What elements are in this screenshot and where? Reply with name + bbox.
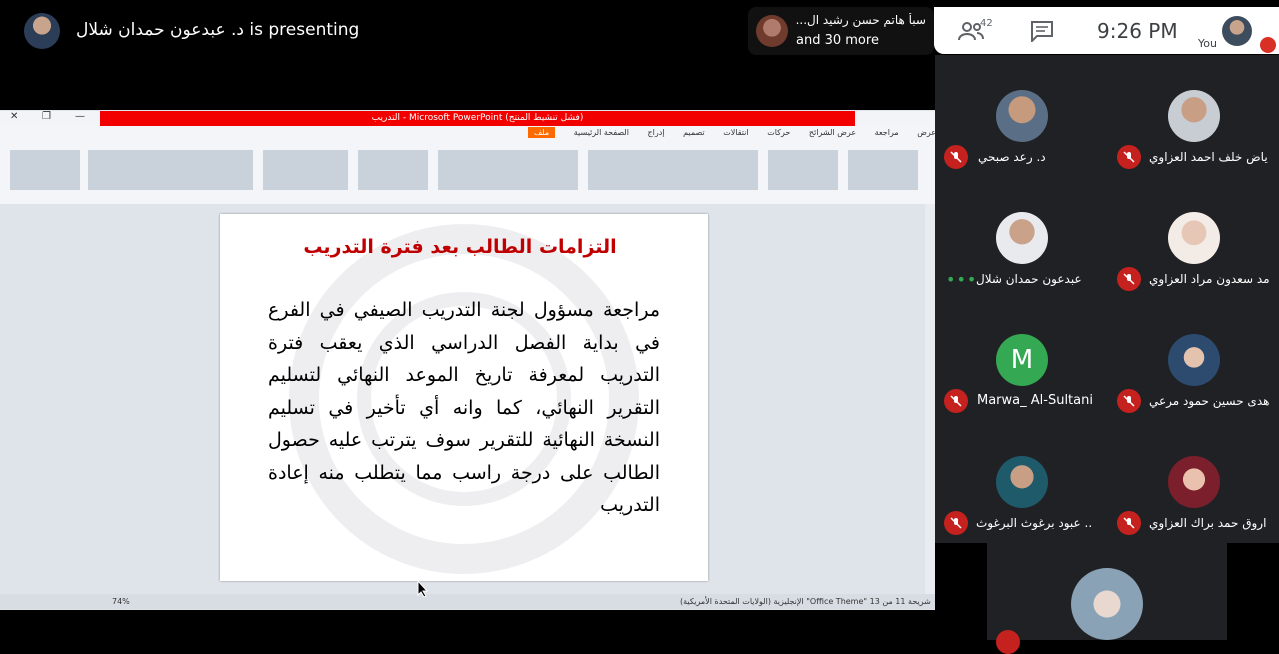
- window-title: التدريب - Microsoft PowerPoint (فشل تنشي…: [100, 111, 855, 126]
- participant-avatar: [996, 90, 1048, 142]
- participant-avatar: M: [996, 334, 1048, 386]
- participant-avatar: [1168, 456, 1220, 508]
- status-info: شريحة 11 من 13 "Office Theme" الإنجليزية…: [680, 597, 931, 606]
- participant-avatar: [756, 15, 788, 47]
- participant-avatar: [996, 212, 1048, 264]
- participant-name: سبأ هاتم حسن رشيد ال...: [796, 13, 926, 27]
- mic-off-icon: [944, 511, 968, 535]
- vertical-scrollbar[interactable]: [925, 204, 935, 594]
- window-controls: ✕ ❐ —: [0, 111, 100, 126]
- maximize-icon[interactable]: ❐: [42, 111, 51, 122]
- participant-avatar: [1168, 334, 1220, 386]
- mic-off-icon: [996, 630, 1020, 654]
- presenter-avatar: [24, 13, 60, 49]
- mic-off-icon: [1117, 389, 1141, 413]
- participant-name: د. عبدعون حمدان شلال: [976, 272, 1086, 286]
- people-count: 42: [980, 18, 993, 29]
- tab-transitions[interactable]: انتقالات: [723, 128, 748, 137]
- participant-name: ياض خلف احمد العزاوي: [1149, 150, 1268, 164]
- speaking-indicator: •••: [946, 270, 978, 289]
- close-icon[interactable]: ✕: [10, 111, 18, 122]
- more-participants-label: and 30 more: [796, 33, 879, 48]
- tab-review[interactable]: مراجعة: [875, 128, 899, 137]
- mic-off-icon: [944, 389, 968, 413]
- tab-insert[interactable]: إدراج: [648, 128, 665, 137]
- zoom-level[interactable]: 74%: [112, 597, 130, 606]
- participant-name: د. رعد صبحي: [978, 150, 1046, 164]
- mic-off-icon: [1117, 511, 1141, 535]
- mic-off-icon: [1260, 37, 1276, 53]
- slide-body: مراجعة مسؤول لجنة التدريب الصيفي في الفر…: [268, 299, 660, 516]
- chat-icon[interactable]: [1030, 20, 1054, 42]
- tab-slideshow[interactable]: عرض الشرائح: [809, 128, 856, 137]
- participant-grid: [935, 55, 1279, 543]
- mic-off-icon: [944, 145, 968, 169]
- minimize-icon[interactable]: —: [75, 111, 85, 122]
- participant-name: Marwa_ Al-Sultani: [977, 393, 1093, 408]
- mic-off-icon: [1117, 145, 1141, 169]
- self-label: You: [1198, 37, 1217, 50]
- ribbon-groups: [8, 146, 928, 198]
- participant-name: هدى حسين حمود مرعي: [1149, 394, 1270, 408]
- tab-file[interactable]: ملف: [528, 127, 556, 138]
- ribbon-tabs: عرض مراجعة عرض الشرائح حركات انتقالات تص…: [520, 127, 944, 138]
- quick-access-toolbar[interactable]: [855, 111, 935, 126]
- slide-title: التزامات الطالب بعد فترة التدريب: [303, 236, 617, 258]
- participant-avatar: [1168, 212, 1220, 264]
- clock: 9:26 PM: [1097, 19, 1178, 43]
- participant-avatar: [996, 456, 1048, 508]
- participant-name: اروق حمد براك العزاوي: [1149, 516, 1267, 530]
- participant-avatar: [1168, 90, 1220, 142]
- participant-avatar: [1071, 568, 1143, 640]
- participant-name: مد سعدون مراد العزاوي: [1149, 272, 1270, 286]
- mouse-cursor-icon: [417, 580, 429, 598]
- tab-home[interactable]: الصفحة الرئيسية: [574, 128, 629, 137]
- participant-name: عبود برغوث البرغوث ...: [976, 516, 1091, 530]
- self-avatar: [1222, 16, 1252, 46]
- mic-off-icon: [1117, 267, 1141, 291]
- presenter-label: د. عبدعون حمدان شلال is presenting: [76, 20, 360, 40]
- tab-view[interactable]: عرض: [917, 128, 936, 137]
- tab-animations[interactable]: حركات: [767, 128, 790, 137]
- tab-design[interactable]: تصميم: [683, 128, 705, 137]
